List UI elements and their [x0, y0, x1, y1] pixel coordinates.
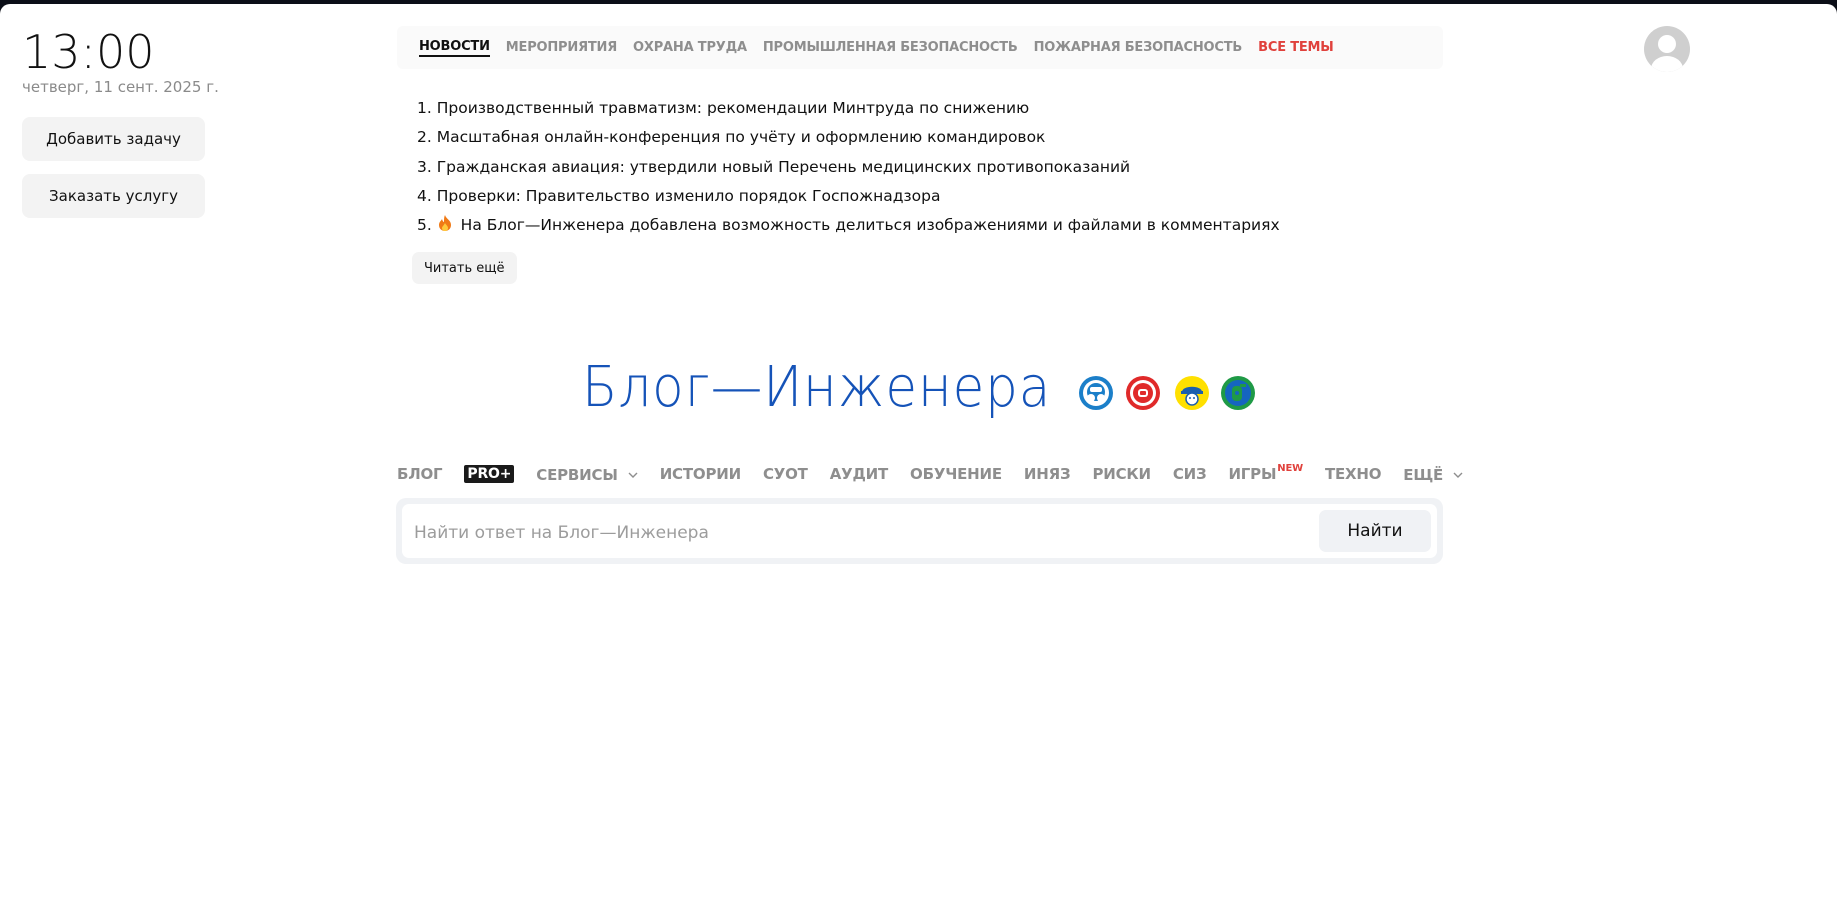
news-item[interactable]: 1. Производственный травматизм: рекоменд… [417, 94, 1280, 123]
hardhat-icon [1174, 375, 1210, 411]
search-inner: Найти [402, 504, 1437, 558]
news-item-text: На Блог—Инженера добавлена возможность д… [460, 216, 1280, 235]
add-task-button[interactable]: Добавить задачу [22, 117, 205, 161]
tab-news[interactable]: НОВОСТИ [419, 39, 490, 57]
topic-tabs: НОВОСТИ МЕРОПРИЯТИЯ ОХРАНА ТРУДА ПРОМЫШЛ… [397, 26, 1443, 69]
search-input[interactable] [412, 512, 1276, 554]
chevron-down-icon [628, 464, 638, 482]
nav-techno[interactable]: ТЕХНО [1325, 465, 1382, 483]
avatar-body-shape [1651, 56, 1683, 72]
clock-date: четверг, 11 сент. 2025 г. [22, 78, 219, 96]
tab-events[interactable]: МЕРОПРИЯТИЯ [506, 40, 617, 55]
read-more-button[interactable]: Читать ещё [412, 252, 517, 284]
nav-blog[interactable]: БЛОГ [397, 465, 443, 483]
nav-games[interactable]: ИГРЫNEW [1228, 463, 1303, 483]
search-box: Найти [396, 498, 1443, 564]
nav-services[interactable]: СЕРВИСЫ [536, 464, 638, 484]
nav-risks[interactable]: РИСКИ [1092, 465, 1151, 483]
chevron-down-icon [1453, 464, 1463, 482]
nav-pro-plus[interactable]: PRO+ [464, 465, 515, 483]
nav-more[interactable]: ЕЩЁ [1403, 464, 1463, 484]
nav-games-label: ИГРЫ [1228, 465, 1277, 483]
nav-more-label: ЕЩЁ [1403, 466, 1444, 484]
nav-siz[interactable]: СИЗ [1173, 465, 1207, 483]
site-logo[interactable]: Блог—Инженера [582, 348, 1051, 428]
avatar-head-shape [1658, 35, 1676, 53]
respirator-icon [1078, 375, 1114, 411]
browser-page: 13:00 четверг, 11 сент. 2025 г. Добавить… [0, 4, 1837, 897]
nav-education[interactable]: ОБУЧЕНИЕ [910, 465, 1002, 483]
order-service-button[interactable]: Заказать услугу [22, 174, 205, 218]
news-item[interactable]: 3. Гражданская авиация: утвердили новый … [417, 153, 1280, 182]
nav-audit[interactable]: АУДИТ [830, 465, 889, 483]
nav-stories[interactable]: ИСТОРИИ [660, 465, 741, 483]
tab-fire-safety[interactable]: ПОЖАРНАЯ БЕЗОПАСНОСТЬ [1034, 40, 1243, 55]
main-navigation: БЛОГ PRO+ СЕРВИСЫ ИСТОРИИ СУОТ АУДИТ ОБУ… [397, 462, 1463, 486]
nav-suot[interactable]: СУОТ [763, 465, 808, 483]
fire-helmet-icon [1125, 375, 1161, 411]
clock-time: 13:00 [22, 25, 155, 79]
news-item[interactable]: 2. Масштабная онлайн-конференция по учёт… [417, 123, 1280, 152]
news-item-number: 5. [417, 216, 432, 235]
tab-industrial-safety[interactable]: ПРОМЫШЛЕННАЯ БЕЗОПАСНОСТЬ [763, 40, 1018, 55]
nav-services-label: СЕРВИСЫ [536, 466, 618, 484]
news-list: 1. Производственный травматизм: рекоменд… [417, 94, 1280, 242]
fire-icon [437, 213, 453, 242]
nav-inyaz[interactable]: ИНЯЗ [1024, 465, 1071, 483]
news-item[interactable]: 5. На Блог—Инженера добавлена возможност… [417, 211, 1280, 242]
fire-extinguisher-icon [1220, 375, 1256, 411]
news-item[interactable]: 4. Проверки: Правительство изменило поря… [417, 182, 1280, 211]
tab-labor-safety[interactable]: ОХРАНА ТРУДА [633, 40, 747, 55]
user-avatar[interactable] [1644, 26, 1690, 72]
tab-all-topics[interactable]: ВСЕ ТЕМЫ [1258, 40, 1334, 55]
search-button[interactable]: Найти [1319, 510, 1431, 552]
new-badge: NEW [1277, 463, 1303, 474]
